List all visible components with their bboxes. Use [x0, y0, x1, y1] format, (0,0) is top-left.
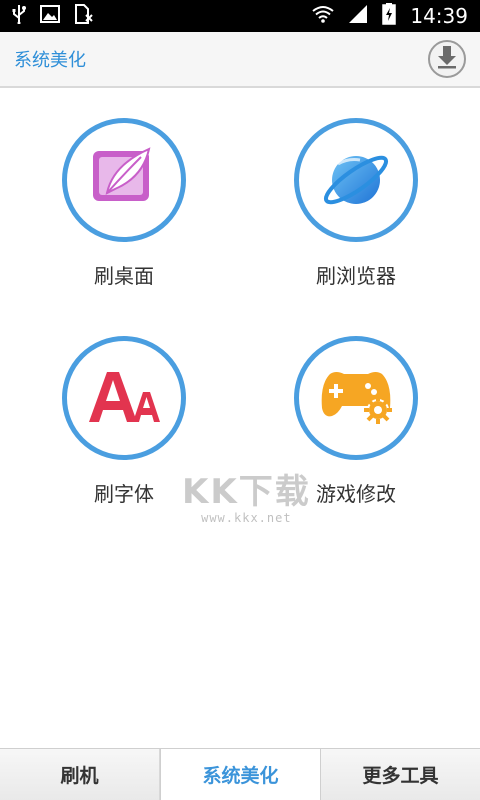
battery-icon — [382, 3, 397, 29]
browser-planet-icon — [318, 140, 394, 220]
status-right: 14:39 — [312, 3, 468, 29]
app-header: 系统美化 — [0, 32, 480, 88]
usb-icon — [12, 4, 26, 28]
tile-font-label: 刷字体 — [94, 482, 154, 506]
signal-icon — [348, 4, 368, 28]
tile-font[interactable]: 刷字体 — [24, 336, 224, 536]
page-title: 系统美化 — [14, 50, 86, 71]
tile-desktop-label: 刷桌面 — [94, 264, 154, 288]
download-button[interactable] — [428, 40, 466, 78]
download-icon — [436, 45, 458, 73]
main-content: 刷桌面 刷浏览器 刷字体 游戏修改 KK下载 www.kkx.net — [0, 90, 480, 748]
font-icon — [85, 366, 163, 430]
status-left — [12, 4, 94, 28]
desktop-feather-icon — [89, 143, 159, 217]
tile-browser-circle — [294, 118, 418, 242]
wifi-icon — [312, 5, 334, 27]
tile-browser[interactable]: 刷浏览器 — [256, 118, 456, 318]
tile-desktop[interactable]: 刷桌面 — [24, 118, 224, 318]
bottom-nav: 刷机 系统美化 更多工具 — [0, 748, 480, 800]
tile-browser-label: 刷浏览器 — [316, 264, 396, 288]
gamepad-icon — [316, 364, 396, 432]
tile-game-circle — [294, 336, 418, 460]
status-time: 14:39 — [410, 4, 468, 28]
tab-system-beautify[interactable]: 系统美化 — [160, 749, 321, 800]
tab-flash[interactable]: 刷机 — [0, 749, 160, 800]
image-icon — [40, 5, 60, 27]
tile-game-label: 游戏修改 — [316, 482, 396, 506]
tab-more-tools[interactable]: 更多工具 — [321, 749, 480, 800]
tile-font-circle — [62, 336, 186, 460]
sim-card-icon — [74, 4, 94, 28]
tile-game[interactable]: 游戏修改 — [256, 336, 456, 536]
status-bar: 14:39 — [0, 0, 480, 32]
tile-desktop-circle — [62, 118, 186, 242]
